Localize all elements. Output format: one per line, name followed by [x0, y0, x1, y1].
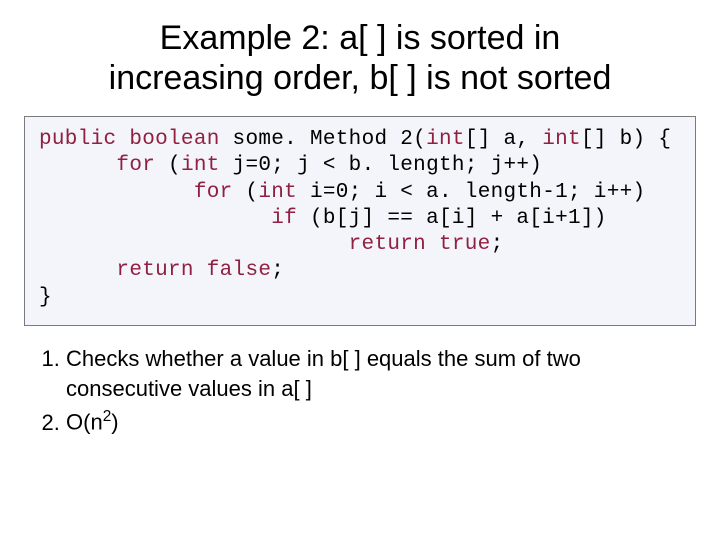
notes-list: Checks whether a value in b[ ] equals th…: [24, 344, 696, 437]
title-line-1: Example 2: a[ ] is sorted in: [160, 19, 561, 57]
code-line-2: for (int j=0; j < b. length; j++): [39, 153, 681, 179]
code-line-5: return true;: [39, 232, 681, 258]
title-line-2: increasing order, b[ ] is not sorted: [109, 59, 612, 97]
code-line-6: return false;: [39, 258, 681, 284]
code-line-3: for (int i=0; i < a. length-1; i++): [39, 180, 681, 206]
code-line-7: }: [39, 285, 681, 311]
list-item-2: O(n2): [66, 407, 696, 437]
slide: Example 2: a[ ] is sorted in increasing …: [0, 0, 720, 540]
list-item-1: Checks whether a value in b[ ] equals th…: [66, 344, 696, 403]
slide-title: Example 2: a[ ] is sorted in increasing …: [24, 18, 696, 98]
code-line-4: if (b[j] == a[i] + a[i+1]): [39, 206, 681, 232]
code-line-1: public boolean some. Method 2(int[] a, i…: [39, 127, 681, 153]
code-block: public boolean some. Method 2(int[] a, i…: [24, 116, 696, 326]
